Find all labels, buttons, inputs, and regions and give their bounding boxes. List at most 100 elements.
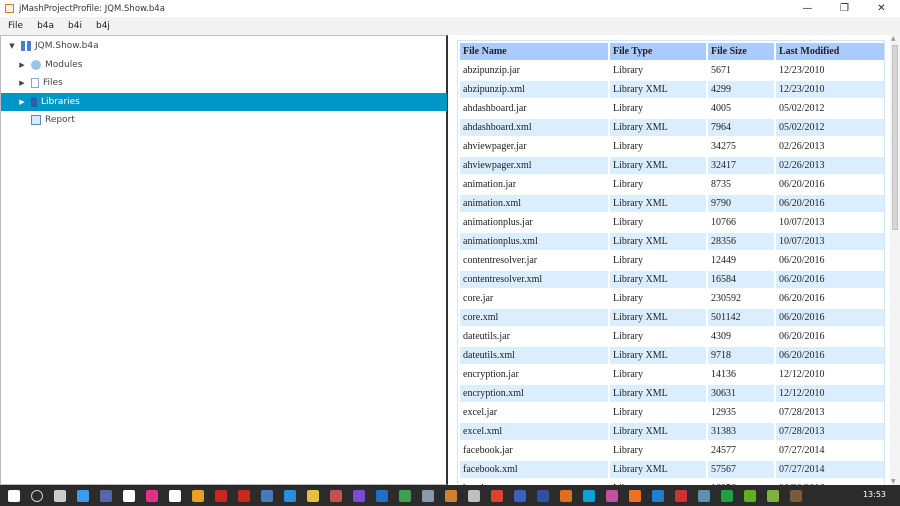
taskbar-app-icon[interactable]: [789, 489, 802, 502]
table-row[interactable]: ahdashboard.xml Library XML 7964 05/02/2012: [460, 119, 884, 136]
taskbar-app-icon[interactable]: [99, 489, 112, 502]
tree-root-label: JQM.Show.b4a: [35, 41, 99, 51]
tree-item-libraries[interactable]: ▶ Libraries: [1, 93, 447, 111]
table-row[interactable]: core.xml Library XML 501142 06/20/2016: [460, 309, 884, 326]
file-name-cell: contentresolver.jar: [463, 255, 538, 266]
last-modified-cell: 06/20/2016: [776, 195, 884, 212]
taskbar-app-icon[interactable]: [651, 489, 664, 502]
menu-b4j[interactable]: b4j: [96, 21, 110, 31]
table-row[interactable]: contentresolver.xml Library XML 16584 06/20…: [460, 271, 884, 288]
file-type-cell: Library XML: [610, 423, 706, 440]
taskbar-app-icon[interactable]: [720, 489, 733, 502]
taskbar-app-icon[interactable]: [260, 489, 273, 502]
taskbar-app-icon[interactable]: [582, 489, 595, 502]
header-last-modified[interactable]: Last Modified: [776, 43, 884, 60]
last-modified-cell: 06/20/2016: [776, 271, 884, 288]
taskbar-app-icon[interactable]: [467, 489, 480, 502]
header-file-type[interactable]: File Type: [610, 43, 706, 60]
file-size-cell: 16584: [708, 271, 774, 288]
table-row[interactable]: dateutils.jar Library 4309 06/20/2016: [460, 328, 884, 345]
menu-b4i[interactable]: b4i: [68, 21, 82, 31]
taskbar-app-icon[interactable]: [697, 489, 710, 502]
expand-arrow-icon[interactable]: ▶: [17, 61, 27, 69]
tree-item-label: Modules: [45, 60, 83, 70]
tree-item-modules[interactable]: ▶ Modules: [1, 56, 447, 74]
file-type-cell: Library XML: [610, 119, 706, 136]
expand-arrow-icon[interactable]: ▶: [17, 98, 27, 106]
table-row[interactable]: abzipunzip.jar Library 5671 12/23/2010: [460, 62, 884, 79]
table-row[interactable]: animationplus.xml Library XML 28356 10/07/2…: [460, 233, 884, 250]
file-type-cell: Library: [613, 103, 643, 114]
table-row[interactable]: ahviewpager.jar Library 34275 02/26/2013: [460, 138, 884, 155]
table-row[interactable]: facebook.xml Library XML 57567 07/27/2014: [460, 461, 884, 478]
taskbar-app-icon[interactable]: [559, 489, 572, 502]
table-row[interactable]: animation.jar Library 8735 06/20/2016: [460, 176, 884, 193]
table-row[interactable]: animationplus.jar Library 10766 10/07/2013: [460, 214, 884, 231]
taskbar-app-icon[interactable]: [536, 489, 549, 502]
menu-file[interactable]: File: [8, 21, 23, 31]
taskbar-app-icon[interactable]: [743, 489, 756, 502]
close-button[interactable]: ✕: [863, 0, 900, 17]
taskbar-app-icon[interactable]: [168, 489, 181, 502]
table-row[interactable]: excel.xml Library XML 31383 07/28/2013: [460, 423, 884, 440]
file-name-cell: core.jar: [463, 293, 494, 304]
taskbar-app-icon[interactable]: [53, 489, 66, 502]
tree-root[interactable]: ▼ JQM.Show.b4a: [1, 37, 447, 55]
table-row[interactable]: contentresolver.jar Library 12449 06/20/201…: [460, 252, 884, 269]
start-icon[interactable]: [7, 489, 20, 502]
scroll-up-icon[interactable]: ▲: [891, 35, 896, 42]
taskbar-app-icon[interactable]: [306, 489, 319, 502]
table-row[interactable]: excel.jar Library 12935 07/28/2013: [460, 404, 884, 421]
file-size-cell: 9790: [708, 195, 774, 212]
collapse-arrow-icon[interactable]: ▼: [7, 42, 17, 50]
taskbar-app-icon[interactable]: [76, 489, 89, 502]
header-file-name[interactable]: File Name: [460, 43, 608, 60]
last-modified-cell: 02/26/2013: [779, 141, 825, 152]
header-file-size[interactable]: File Size: [708, 43, 774, 60]
taskbar-app-icon[interactable]: [375, 489, 388, 502]
table-row[interactable]: encryption.jar Library 14136 12/12/2010: [460, 366, 884, 383]
minimize-button[interactable]: —: [789, 0, 826, 17]
taskbar-app-icon[interactable]: [674, 489, 687, 502]
search-icon[interactable]: [30, 489, 43, 502]
scroll-down-icon[interactable]: ▼: [891, 478, 896, 485]
file-name-cell: contentresolver.xml: [460, 271, 608, 288]
taskbar-app-icon[interactable]: [398, 489, 411, 502]
file-name-cell: abzipunzip.jar: [463, 65, 520, 76]
expand-arrow-icon[interactable]: ▶: [17, 79, 27, 87]
taskbar-app-icon[interactable]: [237, 489, 250, 502]
maximize-button[interactable]: ❐: [826, 0, 863, 17]
tree-item-files[interactable]: ▶ Files: [1, 74, 447, 92]
taskbar-app-icon[interactable]: [145, 489, 158, 502]
taskbar-app-icon[interactable]: [329, 489, 342, 502]
taskbar-app-icon[interactable]: [122, 489, 135, 502]
vertical-scrollbar[interactable]: ▲ ▼: [890, 35, 900, 485]
table-row[interactable]: abzipunzip.xml Library XML 4299 12/23/2010: [460, 81, 884, 98]
taskbar-app-icon[interactable]: [444, 489, 457, 502]
taskbar-app-icon[interactable]: [766, 489, 779, 502]
taskbar-app-icon[interactable]: [513, 489, 526, 502]
taskbar-app-icon[interactable]: [628, 489, 641, 502]
table-row[interactable]: ahdashboard.jar Library 4005 05/02/2012: [460, 100, 884, 117]
table-row[interactable]: dateutils.xml Library XML 9718 06/20/2016: [460, 347, 884, 364]
file-name-cell: excel.jar: [463, 407, 498, 418]
taskbar-app-icon[interactable]: [421, 489, 434, 502]
tree-item-report[interactable]: Report: [1, 111, 447, 129]
taskbar-app-icon[interactable]: [352, 489, 365, 502]
last-modified-cell: 06/20/2016: [779, 331, 825, 342]
taskbar-app-icon[interactable]: [283, 489, 296, 502]
table-row[interactable]: animation.xml Library XML 9790 06/20/2016: [460, 195, 884, 212]
table-row[interactable]: facebook.jar Library 24577 07/27/2014: [460, 442, 884, 459]
scrollbar-thumb[interactable]: [892, 45, 898, 230]
taskbar-app-icon[interactable]: [605, 489, 618, 502]
taskbar-app-icon[interactable]: [214, 489, 227, 502]
taskbar-clock[interactable]: 13:53: [863, 490, 886, 499]
table-row[interactable]: ahviewpager.xml Library XML 32417 02/26/201…: [460, 157, 884, 174]
menu-b4a[interactable]: b4a: [37, 21, 54, 31]
taskbar-app-icon[interactable]: [490, 489, 503, 502]
table-row[interactable]: encryption.xml Library XML 30631 12/12/2010: [460, 385, 884, 402]
table-row[interactable]: core.jar Library 230592 06/20/2016: [460, 290, 884, 307]
file-name-cell: facebook.xml: [460, 461, 608, 478]
last-modified-cell: 10/07/2013: [776, 233, 884, 250]
taskbar-app-icon[interactable]: [191, 489, 204, 502]
